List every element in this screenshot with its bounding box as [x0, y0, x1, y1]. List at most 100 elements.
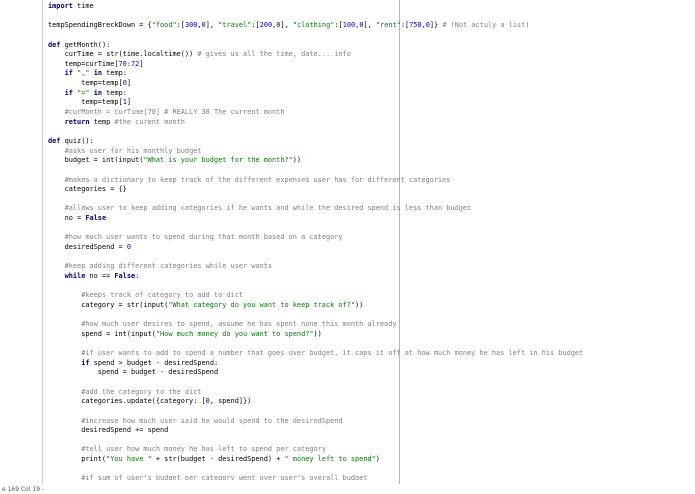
code-text: spend = int(input( — [48, 329, 156, 338]
code-keyword: False — [114, 271, 136, 280]
code-line[interactable]: #curMonth = curTime[70] # REALLY 38 The … — [48, 108, 688, 118]
code-text: no = — [48, 214, 86, 223]
code-string: "=" — [77, 88, 90, 97]
code-line[interactable]: #allows user to keep adding categories i… — [48, 204, 688, 214]
code-line[interactable]: #keeps track of category to add to dict — [48, 291, 688, 301]
code-line[interactable]: categories = {} — [48, 185, 688, 195]
code-line[interactable]: #add the category to the dict — [48, 388, 688, 398]
code-line[interactable]: temp=curTime[70:72] — [48, 60, 688, 70]
code-text: temp — [89, 117, 115, 126]
code-text: + str(budget - desiredSpend) + — [151, 455, 285, 464]
code-line[interactable]: #if user wants to add to spend a number … — [48, 349, 688, 359]
code-line[interactable] — [48, 12, 688, 22]
code-line[interactable]: no = False — [48, 214, 688, 224]
code-number: 750 — [409, 21, 422, 30]
status-bar-position: e 169 Col 19 - — [2, 486, 45, 493]
code-line[interactable]: print("You have " + str(budget - desired… — [48, 455, 688, 465]
code-line[interactable] — [48, 224, 688, 234]
code-string: "," — [77, 69, 90, 78]
code-comment: #add the category to the dict — [81, 387, 202, 396]
code-keyword: if — [81, 358, 90, 367]
code-line[interactable] — [48, 465, 688, 475]
code-line[interactable] — [48, 166, 688, 176]
code-line[interactable]: #tell user how much money he has left to… — [48, 445, 688, 455]
code-line[interactable]: budget = int(input("What is your budget … — [48, 156, 688, 166]
code-line[interactable]: #increase how much user said he would sp… — [48, 417, 688, 427]
code-line[interactable]: #asks user for his monthly budget — [48, 147, 688, 157]
code-text: :[ — [251, 21, 260, 30]
code-line[interactable] — [48, 253, 688, 263]
code-line[interactable]: #how much user desires to spend, assume … — [48, 320, 688, 330]
code-text: print( — [48, 455, 107, 464]
code-line[interactable]: #how much user wants to spend during tha… — [48, 233, 688, 243]
code-text: getMonth(): — [60, 40, 111, 49]
code-text: categories = {} — [48, 185, 127, 194]
code-text: :[ — [176, 21, 185, 30]
code-line[interactable]: while no == False: — [48, 272, 688, 282]
code-line[interactable]: if "," in temp: — [48, 69, 688, 79]
code-line[interactable]: spend = budget - desiredSpend — [48, 368, 688, 378]
code-text: ], — [363, 21, 376, 30]
code-line[interactable] — [48, 195, 688, 205]
code-line[interactable]: def getMonth(): — [48, 41, 688, 51]
code-text: quiz(): — [60, 136, 94, 145]
code-string: "clothing" — [292, 21, 335, 30]
code-line[interactable]: curTime = str(time.localtime()) # gives … — [48, 50, 688, 60]
code-line[interactable]: tempSpendingBreckDown = {"food":[300,0],… — [48, 21, 688, 31]
code-number: 0 — [126, 243, 131, 252]
code-line[interactable] — [48, 339, 688, 349]
code-comment: #if sum of user's budget per category we… — [81, 474, 368, 480]
code-number: 70 — [118, 59, 127, 68]
code-line[interactable]: temp=temp[0] — [48, 79, 688, 89]
code-editor[interactable]: import time tempSpendingBreckDown = {"foo… — [48, 2, 688, 480]
code-line[interactable] — [48, 378, 688, 388]
code-text: budget = int(input( — [48, 156, 144, 165]
code-text: spend = budget - desiredSpend — [48, 368, 219, 377]
code-line[interactable] — [48, 127, 688, 137]
code-text: ] — [126, 98, 131, 107]
code-line[interactable]: temp=temp[1] — [48, 98, 688, 108]
code-number: 100 — [342, 21, 356, 30]
code-line[interactable] — [48, 407, 688, 417]
code-text: ] — [126, 79, 131, 88]
code-keyword: False — [85, 214, 107, 223]
code-line[interactable]: import time — [48, 2, 688, 12]
code-text: categories.update({category: [ — [48, 397, 206, 406]
code-line[interactable]: desiredSpend += spend — [48, 426, 688, 436]
code-line[interactable]: #keep adding different categories while … — [48, 262, 688, 272]
code-keyword: def — [48, 136, 61, 145]
code-line[interactable]: #if sum of user's budget per category we… — [48, 474, 688, 480]
code-text: desiredSpend += spend — [48, 426, 169, 435]
code-keyword: def — [48, 40, 61, 49]
code-string: " money left to spend" — [284, 455, 376, 464]
code-line[interactable]: if "=" in temp: — [48, 89, 688, 99]
code-line[interactable]: desiredSpend = 0 — [48, 243, 688, 253]
code-line[interactable]: category = str(input("What category do y… — [48, 301, 688, 311]
code-comment: #tell user how much money he has left to… — [81, 445, 326, 454]
code-keyword: in — [93, 69, 102, 78]
code-text: temp=curTime[ — [48, 59, 119, 68]
code-line[interactable]: spend = int(input("How much money do you… — [48, 330, 688, 340]
code-line[interactable] — [48, 282, 688, 292]
code-text: temp: — [102, 69, 127, 78]
code-text: : — [135, 271, 140, 280]
code-line[interactable]: def quiz(): — [48, 137, 688, 147]
code-text: )) — [313, 329, 322, 338]
code-line[interactable] — [48, 31, 688, 41]
code-line[interactable]: categories.update({category: [0, spend]}… — [48, 397, 688, 407]
code-line[interactable]: if spend > budget - desiredSpend: — [48, 359, 688, 369]
code-line[interactable] — [48, 311, 688, 321]
code-line[interactable] — [48, 436, 688, 446]
code-line[interactable]: #makes a dictionary to keep track of the… — [48, 176, 688, 186]
code-line[interactable]: return temp #the curent month — [48, 118, 688, 128]
code-comment: #the curent month — [114, 117, 185, 126]
